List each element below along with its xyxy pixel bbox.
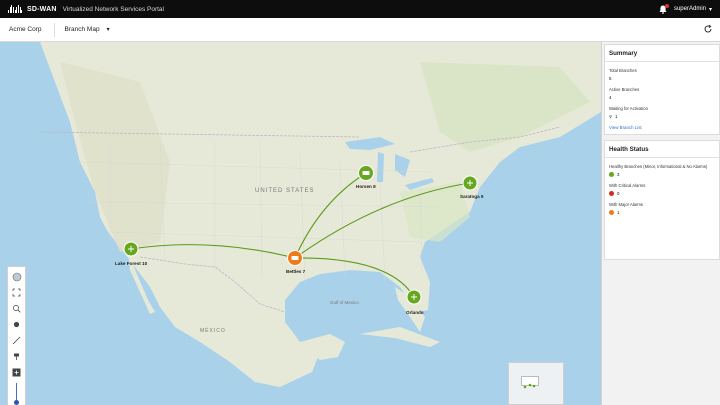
total-branches-label: Total Branches: [609, 68, 637, 73]
active-branches-label: Active Branches: [609, 87, 640, 92]
branch-label-bettles: Bettles 7: [286, 269, 306, 274]
cisco-logo: [8, 5, 23, 13]
user-menu[interactable]: superAdmin ▾: [674, 6, 712, 13]
view-branch-list-link[interactable]: View Branch List: [605, 119, 719, 134]
branch-label-lake-forest: Lake Forest 10: [115, 261, 148, 266]
critical-alarms-value: 0: [617, 191, 620, 196]
minimap-viewport: [521, 376, 539, 389]
major-alarms-row: 1: [609, 210, 715, 215]
notification-badge: [664, 3, 669, 8]
notification-bell-icon[interactable]: [659, 3, 669, 14]
country-label-mx: MÉXICO: [200, 327, 226, 334]
portal-title: Virtualized Network Services Portal: [62, 5, 164, 13]
waiting-activation-label: Waiting for Activation: [609, 106, 648, 111]
brand-name: SD-WAN: [27, 5, 57, 13]
context-bar: Acme Corp Branch Map ▾: [0, 18, 720, 42]
paint-icon[interactable]: [11, 351, 22, 362]
zoom-slider[interactable]: [14, 383, 19, 405]
locate-icon[interactable]: [11, 319, 22, 330]
critical-status-dot: [609, 191, 614, 196]
globe-icon[interactable]: [11, 271, 22, 282]
chevron-down-icon: ▾: [106, 27, 110, 33]
healthy-branches-label: Healthy Branches (Minor, Informational &…: [609, 164, 708, 169]
zoom-area-icon[interactable]: [11, 303, 22, 314]
cuba: [360, 327, 440, 347]
critical-alarms-row: 0: [609, 191, 715, 196]
top-bar: SD-WAN Virtualized Network Services Port…: [0, 0, 720, 18]
waiting-activation-value: 1: [614, 114, 618, 119]
critical-alarms-label: With Critical Alarms: [609, 183, 646, 188]
healthy-branches-row: 3: [609, 172, 715, 177]
view-selector[interactable]: Branch Map ▾: [65, 26, 110, 33]
right-panel: Summary Total Branches 5 Active Branches…: [601, 42, 720, 405]
branch-label-saratoga: Saratoga 9: [460, 194, 484, 199]
chevron-down-icon: ▾: [708, 6, 712, 13]
branch-label-horsen: Horsen 8: [356, 184, 376, 189]
major-alarms-value: 1: [617, 210, 620, 215]
healthy-branches-value: 3: [617, 172, 620, 177]
gulf-label: Gulf of Mexico: [330, 300, 359, 305]
east-forest-region: [400, 182, 470, 242]
health-status-card: Health Status Healthy Branches (Minor, I…: [604, 140, 720, 260]
map-canvas: UNITED STATES MÉXICO Gulf of Mexico Lake…: [0, 42, 601, 387]
zoom-in-icon[interactable]: [11, 367, 22, 378]
fit-bounds-icon[interactable]: [11, 287, 22, 298]
overview-minimap[interactable]: [508, 362, 564, 405]
major-status-dot: [609, 210, 614, 215]
refresh-icon[interactable]: [703, 24, 713, 34]
health-status-title: Health Status: [605, 141, 719, 158]
branch-map[interactable]: UNITED STATES MÉXICO Gulf of Mexico Lake…: [0, 42, 601, 405]
user-name: superAdmin: [673, 6, 706, 12]
measure-icon[interactable]: [11, 335, 22, 346]
organization-name: Acme Corp: [9, 26, 42, 33]
pin-icon: ⚲: [609, 114, 612, 119]
active-branches-value: 4: [609, 95, 612, 100]
lake-michigan: [377, 152, 384, 182]
summary-card: Summary Total Branches 5 Active Branches…: [604, 44, 720, 135]
healthy-status-dot: [609, 172, 614, 177]
summary-title: Summary: [605, 45, 719, 62]
major-alarms-label: With Major Alarms: [609, 202, 643, 207]
branch-label-orlando: Orlando: [406, 310, 424, 315]
map-toolbar: [7, 266, 26, 405]
organization-selector[interactable]: Acme Corp: [9, 22, 55, 37]
view-name: Branch Map: [64, 26, 100, 33]
country-label-us: UNITED STATES: [255, 188, 314, 194]
total-branches-value: 5: [609, 76, 612, 81]
